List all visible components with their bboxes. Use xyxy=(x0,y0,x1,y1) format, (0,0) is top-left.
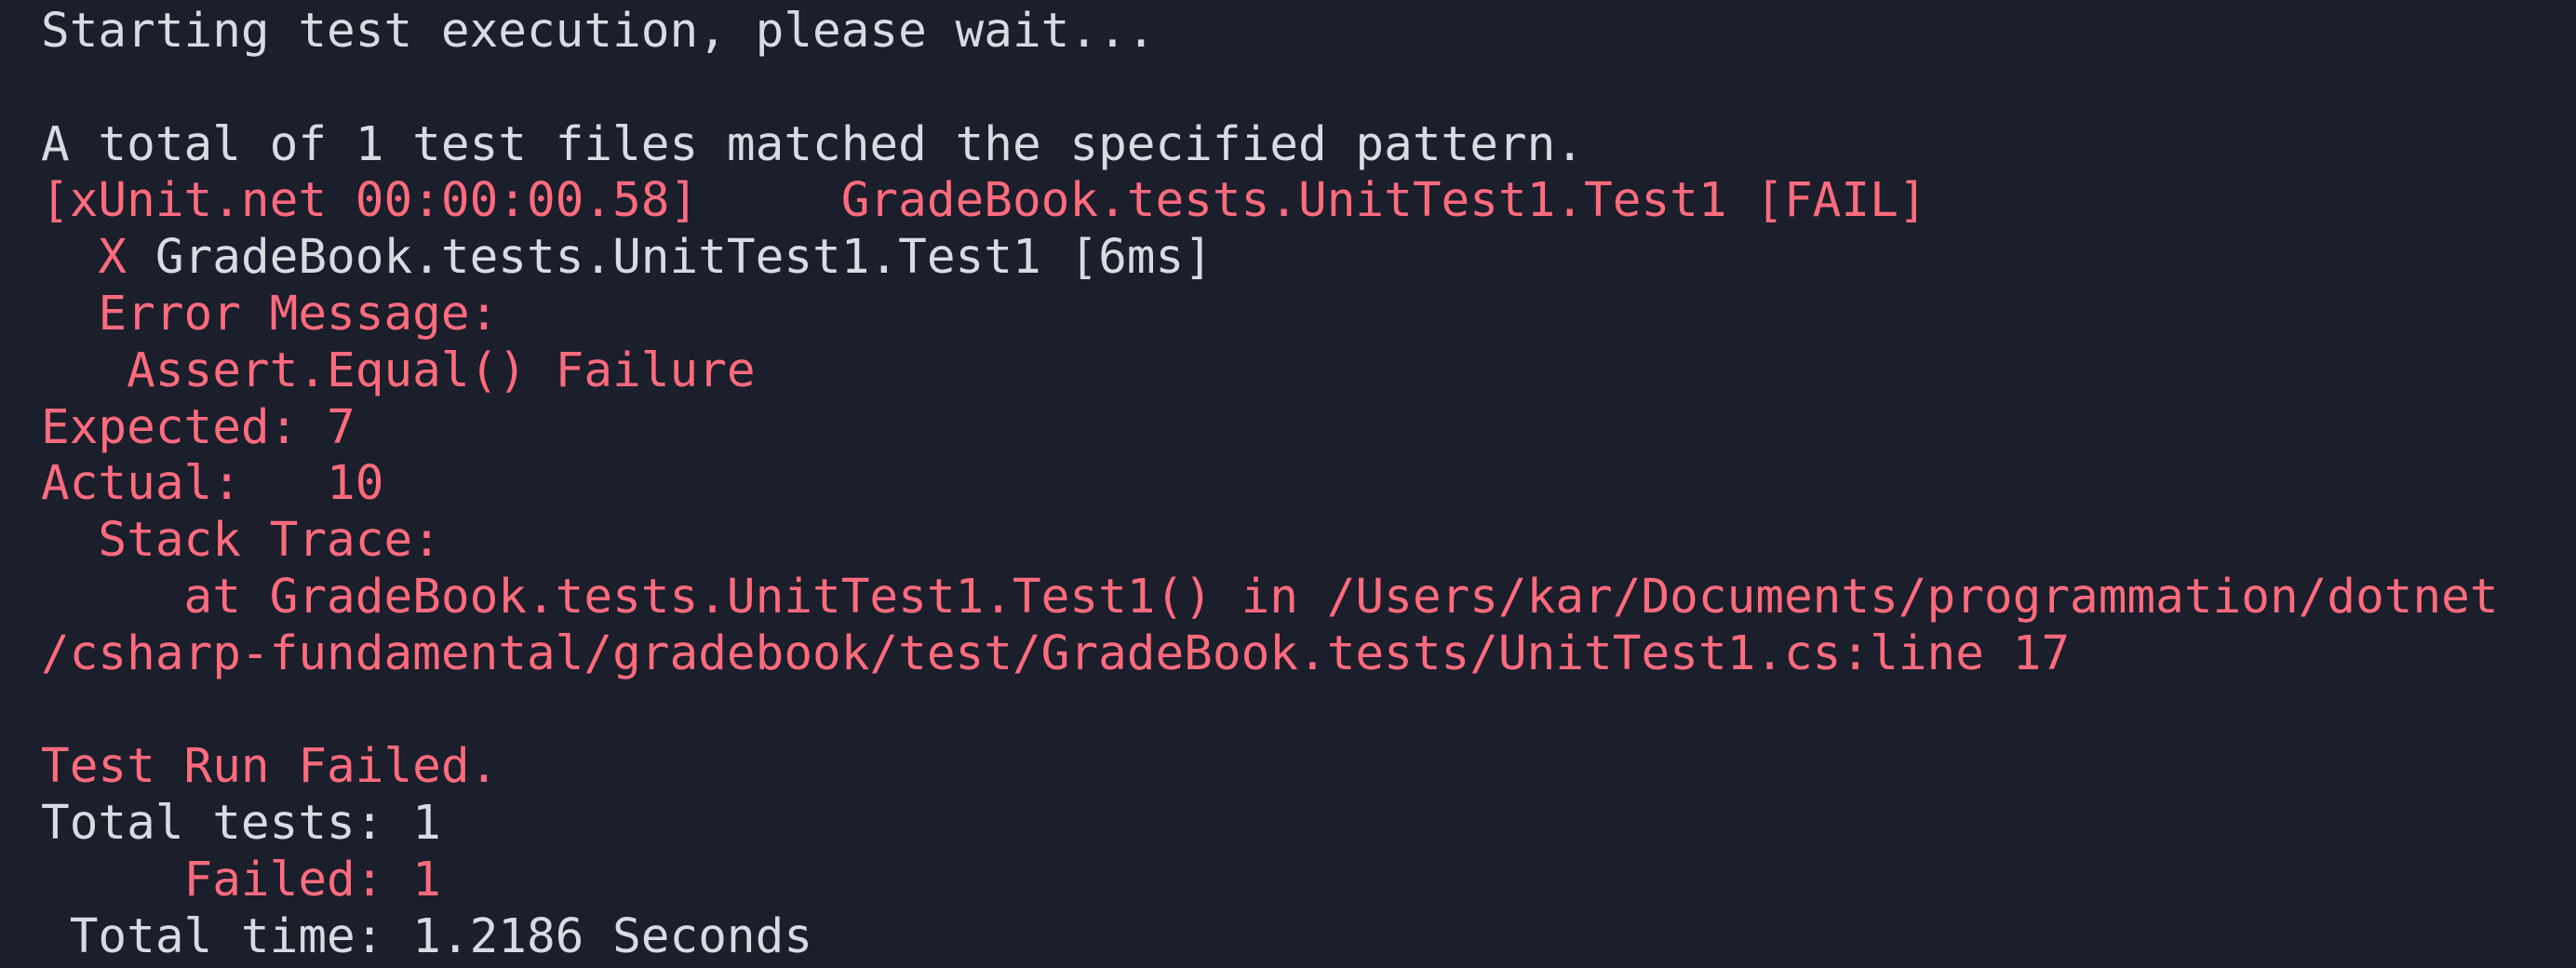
terminal-text-segment: Failed: 1 xyxy=(41,852,441,908)
terminal-text-segment: [xUnit.net 00:00:00.58] GradeBook.tests.… xyxy=(41,173,1927,229)
terminal-line: X GradeBook.tests.UnitTest1.Test1 [6ms] xyxy=(41,230,2576,287)
terminal-text-segment: Total tests: 1 xyxy=(41,796,441,852)
terminal-line: /csharp-fundamental/gradebook/test/Grade… xyxy=(41,626,2576,683)
terminal-line: A total of 1 test files matched the spec… xyxy=(41,117,2576,174)
terminal-line: Starting test execution, please wait... xyxy=(41,4,2576,60)
terminal-line: Total time: 1.2186 Seconds xyxy=(41,909,2576,966)
terminal-line: [xUnit.net 00:00:00.58] GradeBook.tests.… xyxy=(41,173,2576,230)
terminal-text-segment: Actual: 10 xyxy=(41,456,384,512)
terminal-line: Stack Trace: xyxy=(41,513,2576,570)
terminal-line: Failed: 1 xyxy=(41,853,2576,909)
terminal-line: Error Message: xyxy=(41,287,2576,343)
terminal-text-segment: Assert.Equal() Failure xyxy=(41,343,756,398)
terminal-line: Expected: 7 xyxy=(41,400,2576,457)
terminal-line: Test Run Failed. xyxy=(41,739,2576,796)
terminal-text-segment: A total of 1 test files matched the spec… xyxy=(41,116,1585,172)
terminal-text-segment: /csharp-fundamental/gradebook/test/Grade… xyxy=(41,625,2071,681)
terminal-line: Actual: 10 xyxy=(41,456,2576,513)
terminal-text-segment: at GradeBook.tests.UnitTest1.Test1() in … xyxy=(41,569,2499,625)
terminal-line: Total tests: 1 xyxy=(41,796,2576,853)
terminal-text-segment: GradeBook.tests.UnitTest1.Test1 [6ms] xyxy=(154,230,1213,286)
terminal-line: at GradeBook.tests.UnitTest1.Test1() in … xyxy=(41,570,2576,626)
terminal-text-segment: Starting test execution, please wait... xyxy=(41,4,1156,59)
terminal-output[interactable]: Starting test execution, please wait... A… xyxy=(0,0,2576,968)
terminal-text-segment: Error Message: xyxy=(41,286,499,342)
terminal-text-segment: Total time: 1.2186 Seconds xyxy=(41,908,813,964)
terminal-text-segment: Test Run Failed. xyxy=(41,739,499,795)
terminal-text-segment: Expected: 7 xyxy=(41,399,356,455)
terminal-text-segment: X xyxy=(41,230,155,286)
terminal-line: Assert.Equal() Failure xyxy=(41,343,2576,400)
terminal-text-segment: Stack Trace: xyxy=(41,513,441,569)
